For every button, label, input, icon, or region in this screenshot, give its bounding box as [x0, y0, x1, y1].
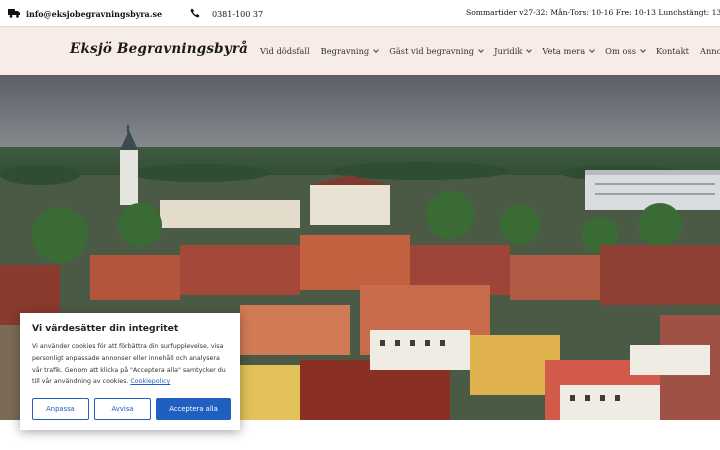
chevron-down-icon — [526, 46, 533, 53]
nav-item-veta-mera[interactable]: Veta mera — [542, 46, 596, 56]
nav-item-begravning[interactable]: Begravning — [321, 46, 380, 56]
site-header: Eksjö Begravningsbyrå Vid dödsfall Begra… — [0, 27, 720, 75]
chevron-down-icon — [478, 46, 484, 53]
phone-text[interactable]: 0381-100 37 — [212, 10, 263, 19]
top-info-bar: info@eksjobegravningsbyra.se 0381-100 37… — [0, 0, 720, 27]
chevron-down-icon — [589, 46, 596, 53]
cookie-description: Vi använder cookies för att förbättra di… — [32, 343, 226, 386]
chevron-down-icon — [640, 46, 646, 53]
reject-button[interactable]: Avvisa — [94, 398, 151, 420]
opening-hours: Sommartider v27-32: Mån-Tors: 10-16 Fre:… — [466, 8, 720, 17]
nav-item-kontakt[interactable]: Kontakt — [656, 46, 689, 56]
nav-item-vid-dodsfall[interactable]: Vid dödsfall — [260, 46, 310, 56]
cookie-consent-banner: Vi värdesätter din integritet Vi använde… — [20, 313, 240, 430]
cookie-title: Vi värdesätter din integritet — [32, 323, 179, 334]
chevron-down-icon — [373, 46, 380, 53]
nav-item-om-oss[interactable]: Om oss — [605, 46, 646, 56]
phone-icon — [190, 8, 200, 20]
email-text[interactable]: info@eksjobegravningsbyra.se — [26, 9, 162, 19]
contact-email[interactable]: info@eksjobegravningsbyra.se — [8, 8, 162, 20]
cookie-buttons: Anpassa Avvisa Acceptera alla — [32, 398, 231, 420]
site-logo[interactable]: Eksjö Begravningsbyrå — [70, 41, 248, 57]
cookie-policy-link[interactable]: Cookiepolicy — [130, 378, 170, 385]
accept-all-button[interactable]: Acceptera alla — [156, 398, 231, 420]
nav-item-annonser[interactable]: Annonser — [700, 46, 720, 56]
cookie-text: Vi använder cookies för att förbättra di… — [32, 341, 228, 388]
customize-button[interactable]: Anpassa — [32, 398, 89, 420]
truck-icon — [8, 8, 20, 20]
main-nav: Vid dödsfall Begravning Gäst vid begravn… — [260, 46, 720, 56]
contact-phone[interactable]: 0381-100 37 — [190, 8, 263, 20]
nav-item-juridik[interactable]: Juridik — [494, 46, 533, 56]
nav-item-gast-vid-begravning[interactable]: Gäst vid begravning — [389, 46, 484, 56]
